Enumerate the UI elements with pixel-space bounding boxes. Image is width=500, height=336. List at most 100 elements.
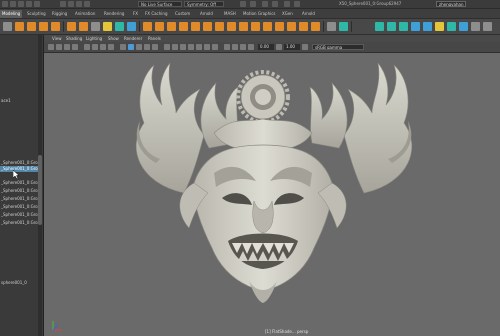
menu-panels[interactable]: Panels bbox=[148, 35, 161, 42]
outliner-item[interactable]: ace1 bbox=[0, 98, 38, 104]
snap-grid-icon[interactable] bbox=[18, 1, 24, 7]
select-hierarchy-icon[interactable] bbox=[2, 1, 8, 7]
color-management-icon[interactable] bbox=[248, 44, 254, 50]
color-space-dropdown[interactable]: sRGB gamma bbox=[312, 44, 364, 50]
outliner-item[interactable]: _Sphere001_0:Grou bbox=[0, 180, 38, 186]
outliner-item[interactable]: _Sphere001_0:Grou bbox=[0, 196, 38, 202]
outliner-toggle-icon[interactable] bbox=[284, 1, 290, 7]
target-weld-icon[interactable] bbox=[239, 22, 248, 31]
soften-edge-icon[interactable] bbox=[375, 22, 384, 31]
select-camera-icon[interactable] bbox=[48, 44, 54, 50]
mirror-icon[interactable] bbox=[167, 22, 176, 31]
live-surface-field[interactable]: No Live Surface bbox=[138, 1, 182, 7]
select-edge-ring-icon[interactable] bbox=[411, 22, 420, 31]
tab-rendering[interactable]: Rendering bbox=[104, 10, 124, 18]
bevel-icon[interactable] bbox=[203, 22, 212, 31]
delete-history-icon[interactable] bbox=[459, 22, 468, 31]
outliner-item[interactable]: sphere001_0 bbox=[0, 280, 38, 286]
menu-renderer[interactable]: Renderer bbox=[124, 35, 142, 42]
film-gate-icon[interactable] bbox=[92, 44, 98, 50]
poly-torus-icon[interactable] bbox=[67, 22, 76, 31]
boolean-icon[interactable] bbox=[155, 22, 164, 31]
tab-xgen[interactable]: XGen bbox=[282, 10, 293, 18]
textured-icon[interactable] bbox=[164, 44, 170, 50]
sculpt-icon[interactable] bbox=[250, 1, 256, 7]
ipr-icon[interactable] bbox=[76, 1, 82, 7]
outliner-item[interactable]: _Sphere001_0:Grou bbox=[0, 188, 38, 194]
depth-of-field-icon[interactable] bbox=[212, 44, 218, 50]
display-icon[interactable] bbox=[272, 1, 278, 7]
resolution-gate-icon[interactable] bbox=[100, 44, 106, 50]
outliner-scroll-thumb[interactable] bbox=[38, 155, 42, 225]
image-plane-icon[interactable] bbox=[72, 44, 78, 50]
quad-draw-icon[interactable] bbox=[275, 22, 284, 31]
merge-icon[interactable] bbox=[227, 22, 236, 31]
bookmark-icon[interactable] bbox=[64, 44, 70, 50]
more-icon[interactable] bbox=[483, 22, 492, 31]
menu-shading[interactable]: Shading bbox=[66, 35, 82, 42]
tab-custom[interactable]: Custom bbox=[175, 10, 190, 18]
outliner-item[interactable]: _Sphere001_0:Grou bbox=[0, 212, 38, 218]
tab-mash[interactable]: MASH bbox=[224, 10, 236, 18]
outliner-item[interactable]: _Sphere001_0:Grou bbox=[0, 204, 38, 210]
3d-viewport[interactable]: [1] FlatShade... persp bbox=[44, 53, 500, 336]
gate-mask-icon[interactable] bbox=[108, 44, 114, 50]
tab-rigging[interactable]: Rigging bbox=[52, 10, 67, 18]
xray-active-icon[interactable] bbox=[240, 44, 246, 50]
tab-motion-graphics[interactable]: Motion Graphics bbox=[243, 10, 276, 18]
history-icon[interactable] bbox=[60, 1, 66, 7]
bridge-icon[interactable] bbox=[191, 22, 200, 31]
camera-icon[interactable] bbox=[262, 1, 268, 7]
grid-icon[interactable] bbox=[84, 44, 90, 50]
use-all-lights-icon[interactable] bbox=[172, 44, 178, 50]
select-object-icon[interactable] bbox=[10, 1, 16, 7]
render-settings-icon[interactable] bbox=[84, 1, 90, 7]
tab-fx-caching[interactable]: FX Caching bbox=[145, 10, 167, 18]
tab-fx[interactable]: FX bbox=[133, 10, 138, 18]
view-transform-icon[interactable] bbox=[302, 44, 308, 50]
xray-joints-icon[interactable] bbox=[232, 44, 238, 50]
tab-modeling[interactable]: Modeling bbox=[0, 10, 23, 18]
wireframe-on-shaded-icon[interactable] bbox=[144, 44, 150, 50]
ambient-occlusion-icon[interactable] bbox=[188, 44, 194, 50]
default-material-icon[interactable] bbox=[136, 44, 142, 50]
wireframe-icon[interactable] bbox=[120, 44, 126, 50]
separate-icon[interactable] bbox=[127, 22, 136, 31]
multi-cut-icon[interactable] bbox=[263, 22, 272, 31]
tab-arnold-2[interactable]: Arnold bbox=[302, 10, 315, 18]
poly-disc-icon[interactable] bbox=[91, 22, 100, 31]
reset-icon[interactable] bbox=[471, 22, 480, 31]
freeze-transform-icon[interactable] bbox=[447, 22, 456, 31]
uv-editor-icon[interactable] bbox=[327, 22, 336, 31]
poke-icon[interactable] bbox=[299, 22, 308, 31]
poly-cube-icon[interactable] bbox=[27, 22, 36, 31]
magnet-icon[interactable] bbox=[240, 1, 246, 7]
menu-view[interactable]: View bbox=[52, 35, 62, 42]
poly-plane-icon[interactable] bbox=[79, 22, 88, 31]
camera-attributes-icon[interactable] bbox=[56, 44, 62, 50]
smooth-icon[interactable] bbox=[143, 22, 152, 31]
select-edge-loop-icon[interactable] bbox=[423, 22, 432, 31]
poly-cone-icon[interactable] bbox=[51, 22, 60, 31]
tab-arnold[interactable]: Arnold bbox=[200, 10, 213, 18]
normals-icon[interactable] bbox=[399, 22, 408, 31]
shadows-icon[interactable] bbox=[180, 44, 186, 50]
smooth-shade-icon[interactable] bbox=[128, 44, 134, 50]
tab-sculpting[interactable]: Sculpting bbox=[27, 10, 46, 18]
shelf-menu-icon[interactable] bbox=[3, 22, 12, 31]
poly-cylinder-icon[interactable] bbox=[39, 22, 48, 31]
symmetry-field[interactable]: Symmetry: Off bbox=[184, 1, 224, 7]
center-pivot-icon[interactable] bbox=[435, 22, 444, 31]
tab-animation[interactable]: Animation bbox=[75, 10, 95, 18]
render-icon[interactable] bbox=[68, 1, 74, 7]
snap-point-icon[interactable] bbox=[34, 1, 40, 7]
user-field[interactable]: zhengyahan bbox=[436, 1, 466, 7]
gamma-icon[interactable] bbox=[276, 44, 282, 50]
sweep-icon[interactable] bbox=[103, 22, 112, 31]
insert-edge-loop-icon[interactable] bbox=[251, 22, 260, 31]
anti-aliasing-icon[interactable] bbox=[204, 44, 210, 50]
planar-map-icon[interactable] bbox=[339, 22, 348, 31]
menu-show[interactable]: Show bbox=[108, 35, 119, 42]
gamma-field[interactable]: 1.00 bbox=[284, 44, 300, 50]
xray-icon[interactable] bbox=[152, 44, 158, 50]
